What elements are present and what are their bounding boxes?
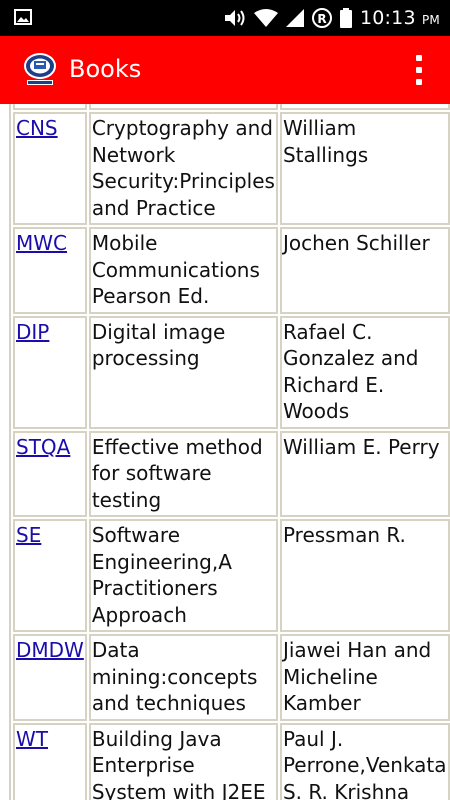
app-bar: Books — [0, 36, 450, 104]
image-icon — [14, 9, 32, 25]
table-row-partial — [13, 104, 450, 110]
book-title: Building Java Enterprise System with J2E… — [88, 722, 278, 800]
book-code-link[interactable]: WT — [16, 727, 48, 751]
book-code-link[interactable]: DIP — [16, 320, 49, 344]
book-title: Software Engineering,A Practitioners App… — [88, 519, 278, 632]
book-author: William E. Perry — [279, 430, 450, 517]
books-content[interactable]: CNS Cryptography and Network Security:Pr… — [0, 104, 450, 800]
table-row: DMDW Data mining:concepts and techniques… — [13, 634, 450, 721]
book-title: Digital image processing — [88, 315, 278, 429]
signal-icon — [285, 9, 304, 27]
wifi-icon — [253, 9, 278, 27]
volume-icon — [224, 9, 246, 27]
book-author: Jochen Schiller — [279, 227, 450, 314]
book-author: William Stallings — [279, 112, 450, 225]
book-title: Data mining:concepts and techniques — [88, 634, 278, 721]
book-title: Mobile Communications Pearson Ed. — [88, 227, 278, 314]
book-code-link[interactable]: SE — [16, 523, 41, 547]
table-row: WT Building Java Enterprise System with … — [13, 722, 450, 800]
table-row: DIP Digital image processing Rafael C. G… — [13, 315, 450, 429]
book-author: Paul J. Perrone,Venkata S. R. Krishna an… — [279, 722, 450, 800]
battery-icon — [339, 8, 352, 28]
table-row: STQA Effective method for software testi… — [13, 430, 450, 517]
clock: 10:13 PM — [359, 7, 440, 29]
table-row: SE Software Engineering,A Practitioners … — [13, 519, 450, 632]
book-code-link[interactable]: DMDW — [16, 638, 84, 662]
status-bar: R 10:13 PM — [0, 0, 450, 36]
page-title: Books — [69, 55, 142, 83]
roaming-r-icon: R — [311, 8, 332, 28]
book-code-link[interactable]: CNS — [16, 116, 58, 140]
table-row: MWC Mobile Communications Pearson Ed. Jo… — [13, 227, 450, 314]
book-author: Rafael C. Gonzalez and Richard E. Woods — [279, 315, 450, 429]
overflow-menu-icon[interactable] — [414, 55, 424, 85]
book-title: Effective method for software testing — [88, 430, 278, 517]
book-code-link[interactable]: STQA — [16, 435, 70, 459]
svg-text:R: R — [317, 12, 326, 26]
book-title: Cryptography and Network Security:Princi… — [88, 112, 278, 225]
book-author: Jiawei Han and Micheline Kamber — [279, 634, 450, 721]
table-row: CNS Cryptography and Network Security:Pr… — [13, 112, 450, 225]
books-table: CNS Cryptography and Network Security:Pr… — [9, 104, 450, 800]
book-code-link[interactable]: MWC — [16, 231, 67, 255]
book-author: Pressman R. — [279, 519, 450, 632]
college-logo-icon[interactable] — [22, 50, 58, 86]
